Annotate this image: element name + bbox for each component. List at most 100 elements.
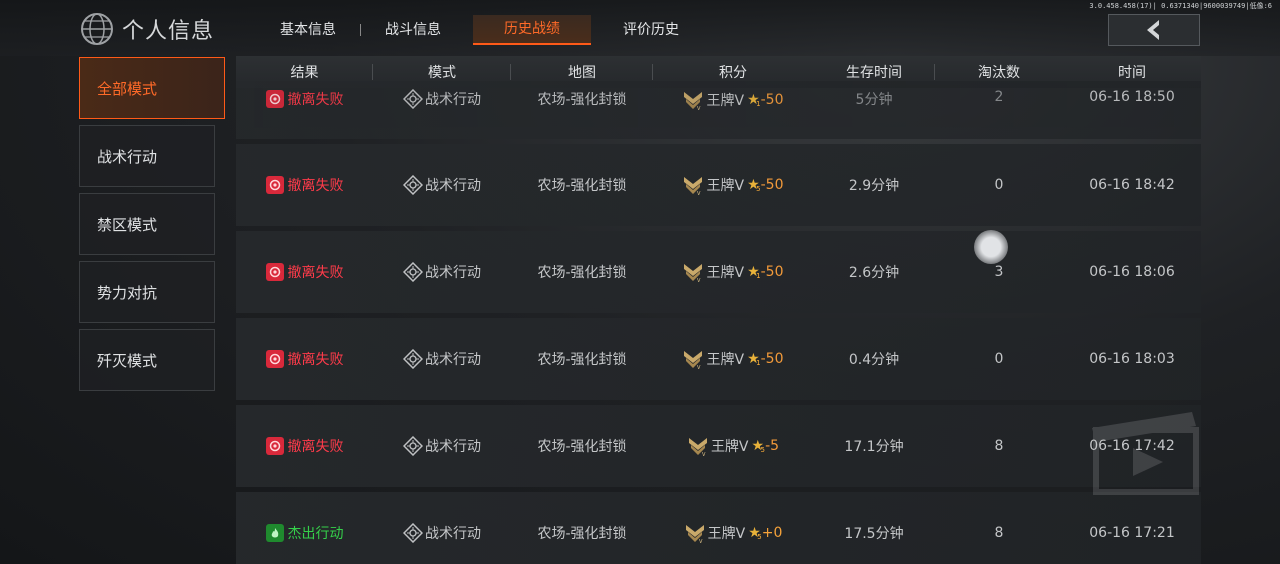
sidebar-item-all-modes[interactable]: 全部模式 bbox=[79, 57, 225, 119]
time-cell: 06-16 18:50 bbox=[1063, 89, 1201, 105]
evac-fail-icon bbox=[265, 437, 284, 455]
sidebar-item-annihilation[interactable]: 歼灭模式 bbox=[79, 329, 215, 391]
mode-cell: 战术行动 bbox=[373, 436, 511, 456]
crosshair-diamond-icon bbox=[403, 262, 423, 282]
table-row[interactable]: 撤离失败 战术行动 农场-强化封锁 V 王牌V ★ 5 -50 2.9分钟 0 … bbox=[236, 144, 1201, 226]
rank-badge-icon: V bbox=[684, 177, 703, 196]
tab-rating-history[interactable]: 评价历史 bbox=[605, 16, 697, 44]
star-icon: ★ 1 bbox=[747, 264, 761, 280]
column-header-mode: 模式 bbox=[373, 62, 511, 82]
score-delta: -50 bbox=[760, 264, 784, 280]
star-level: 5 bbox=[757, 533, 762, 541]
crosshair-diamond-icon bbox=[403, 349, 423, 369]
mode-cell: 战术行动 bbox=[373, 175, 511, 195]
table-row[interactable]: 撤离失败 战术行动 农场-强化封锁 V 王牌V ★ 1 -50 5分钟 2 06… bbox=[236, 81, 1201, 139]
star-icon: ★ 5 bbox=[751, 438, 765, 454]
rank-badge-icon: V bbox=[684, 92, 703, 111]
sidebar-item-tactical-ops[interactable]: 战术行动 bbox=[79, 125, 215, 187]
map-label: 农场-强化封锁 bbox=[537, 265, 627, 281]
match-time: 06-16 18:06 bbox=[1089, 264, 1175, 280]
kills-cell: 8 bbox=[935, 438, 1063, 454]
mode-cell: 战术行动 bbox=[373, 89, 511, 109]
kill-count: 8 bbox=[994, 438, 1004, 454]
kills-cell: 0 bbox=[935, 351, 1063, 367]
survival-time: 0.4分钟 bbox=[848, 352, 900, 368]
map-label: 农场-强化封锁 bbox=[537, 526, 627, 542]
star-icon: ★ 1 bbox=[747, 92, 761, 108]
mode-label: 战术行动 bbox=[425, 178, 481, 194]
result-cell: 杰出行动 bbox=[236, 523, 373, 543]
mode-cell: 战术行动 bbox=[373, 349, 511, 369]
rank-label: 王牌V bbox=[710, 439, 749, 455]
result-cell: 撤离失败 bbox=[236, 89, 373, 109]
crosshair-diamond-icon bbox=[403, 436, 423, 456]
svg-text:V: V bbox=[697, 365, 701, 370]
score-cell: V 王牌V ★ 5 -50 bbox=[653, 174, 813, 196]
mode-cell: 战术行动 bbox=[373, 262, 511, 282]
crosshair-diamond-icon bbox=[403, 89, 423, 109]
score-delta: -50 bbox=[760, 92, 784, 108]
tab-history-record[interactable]: 历史战绩 bbox=[473, 15, 591, 45]
map-label: 农场-强化封锁 bbox=[537, 352, 627, 368]
star-level: 1 bbox=[756, 272, 761, 280]
kills-cell: 3 bbox=[935, 264, 1063, 280]
map-cell: 农场-强化封锁 bbox=[511, 349, 653, 369]
tab-basic-info[interactable]: 基本信息 bbox=[262, 16, 354, 44]
rank-badge-icon: V bbox=[684, 264, 703, 283]
svg-text:V: V bbox=[699, 539, 703, 544]
svg-text:V: V bbox=[702, 452, 706, 457]
top-bar: 个人信息 基本信息 战斗信息 历史战绩 评价历史 3.0.458.458(17)… bbox=[0, 0, 1280, 56]
result-label: 撤离失败 bbox=[287, 178, 344, 194]
time-cell: 06-16 17:21 bbox=[1063, 525, 1201, 541]
evac-fail-icon bbox=[265, 263, 284, 281]
kill-count: 2 bbox=[994, 89, 1004, 105]
match-time: 06-16 18:03 bbox=[1089, 351, 1175, 367]
table-row[interactable]: 杰出行动 战术行动 农场-强化封锁 V 王牌V ★ 5 +0 17.5分钟 8 … bbox=[236, 492, 1201, 564]
rank-label: 王牌V bbox=[706, 352, 745, 368]
score-cell: V 王牌V ★ 5 -5 bbox=[653, 435, 813, 457]
column-header-time: 时间 bbox=[1118, 65, 1146, 81]
table-row[interactable]: 撤离失败 战术行动 农场-强化封锁 V 王牌V ★ 5 -5 17.1分钟 8 … bbox=[236, 405, 1201, 487]
map-label: 农场-强化封锁 bbox=[537, 439, 627, 455]
kills-cell: 2 bbox=[935, 89, 1063, 105]
tab-bar: 基本信息 战斗信息 历史战绩 评价历史 bbox=[262, 15, 697, 45]
map-label: 农场-强化封锁 bbox=[537, 92, 627, 108]
rank-label: 王牌V bbox=[706, 265, 745, 281]
table-row[interactable]: 撤离失败 战术行动 农场-强化封锁 V 王牌V ★ 1 -50 2.6分钟 3 … bbox=[236, 231, 1201, 313]
kill-count: 3 bbox=[994, 264, 1004, 280]
tab-battle-info[interactable]: 战斗信息 bbox=[367, 16, 459, 44]
survival-cell: 2.6分钟 bbox=[813, 262, 935, 282]
sidebar-item-label: 势力对抗 bbox=[97, 283, 158, 302]
evac-fail-icon bbox=[265, 350, 284, 368]
back-button[interactable] bbox=[1108, 14, 1200, 46]
mode-label: 战术行动 bbox=[425, 439, 481, 455]
kill-count: 8 bbox=[994, 525, 1004, 541]
time-cell: 06-16 18:06 bbox=[1063, 264, 1201, 280]
svg-text:V: V bbox=[697, 106, 701, 111]
result-label: 杰出行动 bbox=[287, 526, 344, 542]
survival-time: 2.6分钟 bbox=[848, 265, 900, 281]
score-cell: V 王牌V ★ 1 -50 bbox=[653, 261, 813, 283]
kill-count: 0 bbox=[994, 177, 1004, 193]
match-history-table: 结果 模式 地图 积分 生存时间 淘汰数 时间 撤离失败 战术行动 农场-强化封… bbox=[236, 56, 1201, 564]
result-label: 撤离失败 bbox=[287, 352, 344, 368]
score-delta: -5 bbox=[765, 438, 780, 454]
result-cell: 撤离失败 bbox=[236, 262, 373, 282]
column-header-map: 地图 bbox=[511, 62, 653, 82]
table-row[interactable]: 撤离失败 战术行动 农场-强化封锁 V 王牌V ★ 1 -50 0.4分钟 0 … bbox=[236, 318, 1201, 400]
time-cell: 06-16 18:42 bbox=[1063, 177, 1201, 193]
mode-cell: 战术行动 bbox=[373, 523, 511, 543]
rank-label: 王牌V bbox=[706, 93, 745, 109]
sidebar-item-restricted-zone[interactable]: 禁区模式 bbox=[79, 193, 215, 255]
column-header-result: 结果 bbox=[236, 62, 373, 82]
map-label: 农场-强化封锁 bbox=[537, 178, 627, 194]
column-header-survival-time: 生存时间 bbox=[813, 62, 935, 82]
result-label: 撤离失败 bbox=[287, 439, 344, 455]
debug-info: 3.0.458.458(17)| 0.6371340|9600039749|低像… bbox=[1089, 2, 1272, 10]
sidebar-item-faction-battle[interactable]: 势力对抗 bbox=[79, 261, 215, 323]
sidebar-item-label: 全部模式 bbox=[97, 79, 158, 98]
match-time: 06-16 18:42 bbox=[1089, 177, 1175, 193]
kills-cell: 8 bbox=[935, 525, 1063, 541]
mode-sidebar: 全部模式 战术行动 禁区模式 势力对抗 歼灭模式 bbox=[79, 57, 225, 397]
star-icon: ★ 1 bbox=[747, 351, 761, 367]
